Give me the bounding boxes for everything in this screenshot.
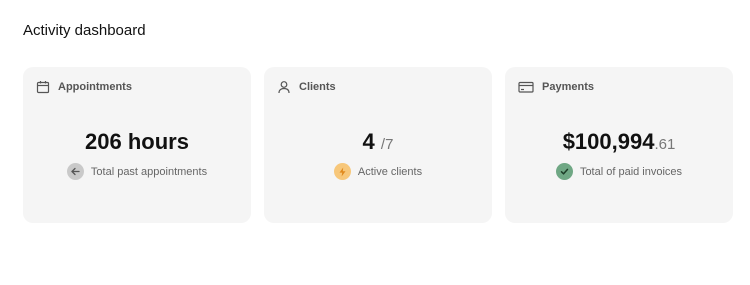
clients-card-header: Clients — [277, 80, 336, 94]
lightning-icon — [333, 163, 351, 180]
user-icon — [277, 80, 291, 94]
credit-card-icon — [518, 80, 534, 94]
clients-card: Clients 4 /7 Active clients — [264, 67, 492, 223]
clients-caption-text: Active clients — [357, 165, 423, 178]
appointments-metric: 206 hours — [23, 129, 251, 155]
clients-caption: Active clients — [264, 163, 492, 180]
payments-card-label: Payments — [542, 81, 594, 93]
calendar-icon — [36, 80, 50, 94]
appointments-card-label: Appointments — [58, 81, 132, 93]
payments-caption-text: Total of paid invoices — [579, 165, 683, 178]
check-icon — [555, 163, 573, 180]
arrow-left-icon — [66, 163, 84, 180]
payments-metric: $100,994.61 — [505, 129, 733, 158]
payments-cents: .61 — [654, 136, 676, 153]
payments-card-header: Payments — [518, 80, 594, 94]
payments-card: Payments $100,994.61 Total of paid invoi… — [505, 67, 733, 223]
clients-value: 4 — [362, 129, 375, 154]
payments-caption: Total of paid invoices — [505, 163, 733, 180]
appointments-value: 206 hours — [85, 129, 189, 154]
clients-total: /7 — [380, 136, 394, 153]
page-title: Activity dashboard — [23, 22, 146, 39]
payments-value: $100,994 — [562, 129, 655, 154]
appointments-card: Appointments 206 hours Total past appoin… — [23, 67, 251, 223]
activity-dashboard-page: Activity dashboard Appointments 206 hour… — [0, 0, 750, 285]
appointments-card-header: Appointments — [36, 80, 132, 94]
appointments-caption-text: Total past appointments — [90, 165, 208, 178]
appointments-caption: Total past appointments — [23, 163, 251, 180]
clients-card-label: Clients — [299, 81, 336, 93]
clients-metric: 4 /7 — [264, 129, 492, 158]
